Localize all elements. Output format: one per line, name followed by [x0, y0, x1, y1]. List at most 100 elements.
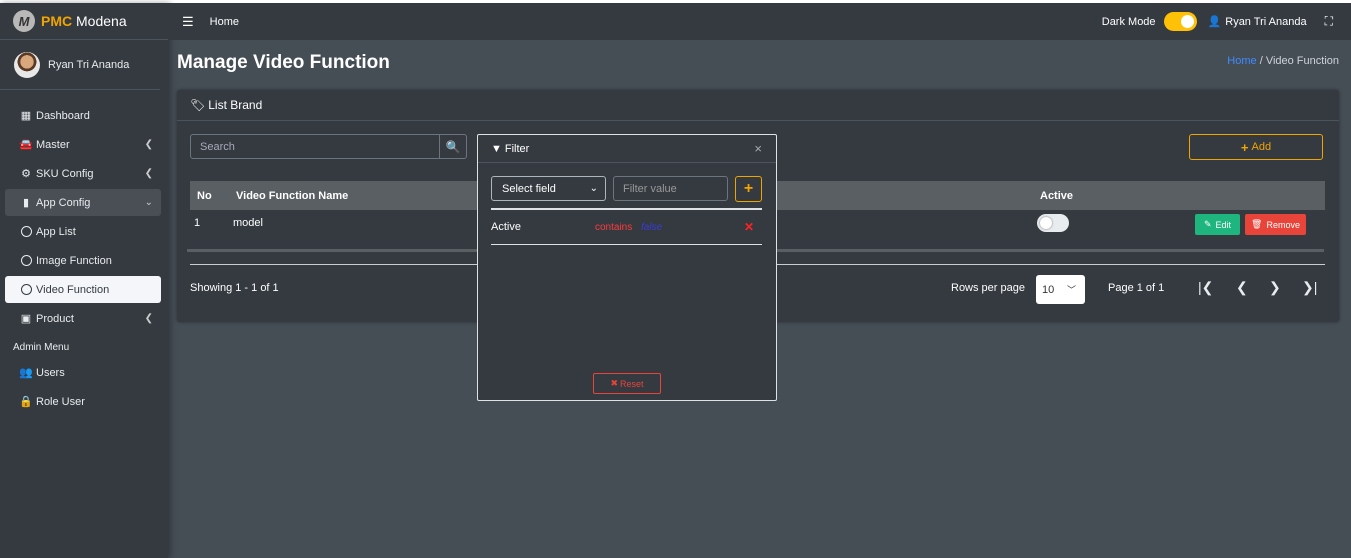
page-info: Page 1 of 1	[1108, 282, 1165, 294]
user-name: Ryan Tri Ananda	[48, 58, 130, 71]
topbar-right: Dark Mode 👤 Ryan Tri Ananda ⛶	[1102, 3, 1333, 40]
sidebar-nav: ▦ Dashboard 🚘 Master ❮ ⚙ SKU Config ❮ ▮ …	[0, 102, 168, 415]
lock-icon: 🔒	[19, 396, 33, 408]
sidebar-item-app-config[interactable]: ▮ App Config ⌄	[5, 189, 161, 216]
divider	[491, 244, 762, 245]
sidebar-item-label: App List	[36, 225, 76, 238]
add-button[interactable]: + Add	[1189, 134, 1323, 160]
card-header: 🏷 List Brand	[177, 90, 1339, 121]
select-field-value: Select field	[502, 182, 556, 195]
search-icon[interactable]: 🔍	[439, 135, 466, 158]
cell-name: model	[233, 217, 263, 229]
admin-menu-header: Admin Menu	[13, 342, 70, 353]
cell-no: 1	[194, 217, 201, 229]
chevron-down-icon: ⌄	[144, 197, 153, 208]
showing-text: Showing 1 - 1 of 1	[190, 282, 279, 294]
sidebar-item-users[interactable]: 👥 Users	[5, 359, 161, 386]
fullscreen-icon[interactable]: ⛶	[1325, 14, 1333, 29]
reset-button-label: Reset	[620, 378, 644, 389]
prev-page-icon[interactable]: ❮	[1236, 279, 1248, 296]
x-icon: ✖	[610, 378, 619, 388]
filter-operator: contains	[595, 222, 633, 233]
brand-logo: M	[13, 10, 35, 32]
filter-value-input[interactable]	[613, 176, 728, 201]
filter-field: Active	[491, 221, 521, 233]
topbar-home-link[interactable]: Home	[210, 16, 239, 28]
column-header-name[interactable]: Video Function Name	[236, 190, 348, 202]
edit-icon: ✎	[1203, 219, 1212, 229]
chevron-left-icon: ❮	[144, 139, 153, 150]
remove-filter-icon[interactable]: ✕	[744, 220, 754, 234]
brand[interactable]: M PMC Modena	[0, 3, 168, 40]
grid-icon: ▦	[20, 110, 32, 122]
chevron-left-icon: ❮	[144, 168, 153, 179]
last-page-icon[interactable]: ❯|	[1302, 279, 1317, 296]
sidebar-item-video-function[interactable]: Video Function	[5, 276, 161, 303]
breadcrumb: Home / Video Function	[1227, 55, 1339, 67]
sidebar-item-label: Product	[36, 312, 74, 325]
card-title: List Brand	[208, 98, 263, 112]
sidebar-item-sku-config[interactable]: ⚙ SKU Config ❮	[5, 160, 161, 187]
sidebar-item-product[interactable]: ▣ Product ❮	[5, 305, 161, 332]
breadcrumb-home[interactable]: Home	[1227, 55, 1256, 67]
remove-button-label: Remove	[1266, 219, 1300, 230]
sidebar-item-label: Users	[36, 366, 65, 379]
edit-button[interactable]: ✎ Edit	[1195, 214, 1240, 235]
rows-per-page-value: 10	[1042, 283, 1055, 296]
select-field-dropdown[interactable]: Select field ⌄	[491, 176, 606, 201]
avatar	[14, 51, 40, 78]
breadcrumb-separator: /	[1259, 55, 1263, 67]
circle-icon	[19, 226, 33, 237]
add-filter-button[interactable]: +	[735, 176, 762, 202]
edit-button-label: Edit	[1215, 219, 1232, 230]
filter-modal: ▼ Filter × Select field ⌄ + Active conta…	[477, 134, 777, 401]
remove-button[interactable]: 🗑 Remove	[1245, 214, 1306, 235]
filter-modal-title: Filter	[504, 142, 530, 155]
trash-icon: 🗑	[1251, 219, 1263, 229]
column-header-no[interactable]: No	[197, 190, 212, 202]
users-icon: 👥	[19, 367, 33, 379]
sidebar-item-label: Image Function	[36, 254, 112, 267]
sidebar: M PMC Modena Ryan Tri Ananda ▦ Dashboard…	[0, 3, 168, 558]
chevron-down-icon: ⌄	[589, 183, 598, 194]
car-icon: 🚘	[19, 139, 33, 151]
active-toggle[interactable]	[1037, 214, 1069, 232]
sidebar-item-label: Dashboard	[36, 109, 90, 122]
dark-mode-toggle[interactable]	[1163, 12, 1197, 31]
plus-icon: +	[743, 180, 754, 197]
search-box: 🔍	[190, 134, 467, 159]
sidebar-item-dashboard[interactable]: ▦ Dashboard	[5, 102, 161, 129]
rows-per-page-select[interactable]: 10 ﹀	[1036, 275, 1085, 304]
first-page-icon[interactable]: |❮	[1198, 279, 1213, 296]
sidebar-item-label: Video Function	[36, 283, 110, 296]
box-icon: ▣	[20, 313, 32, 325]
sidebar-item-label: App Config	[36, 196, 91, 209]
sidebar-item-label: SKU Config	[36, 167, 94, 180]
search-input[interactable]	[191, 135, 439, 158]
column-header-active[interactable]: Active	[1040, 190, 1073, 202]
menu-toggle-icon[interactable]: ☰	[182, 14, 194, 30]
filter-value: false	[641, 222, 663, 233]
divider	[491, 208, 762, 210]
sidebar-item-master[interactable]: 🚘 Master ❮	[5, 131, 161, 158]
close-icon[interactable]: ×	[754, 141, 762, 156]
circle-icon	[19, 284, 33, 295]
circle-icon	[19, 255, 33, 266]
mobile-icon: ▮	[22, 197, 30, 209]
breadcrumb-current: Video Function	[1265, 55, 1339, 67]
plus-icon: +	[1240, 139, 1249, 155]
reset-button[interactable]: ✖ Reset	[593, 373, 661, 394]
sidebar-item-image-function[interactable]: Image Function	[5, 247, 161, 274]
next-page-icon[interactable]: ❯	[1269, 279, 1281, 296]
brand-name: PMC Modena	[41, 13, 127, 29]
user-panel[interactable]: Ryan Tri Ananda	[0, 40, 160, 90]
dark-mode-label: Dark Mode	[1101, 15, 1156, 28]
add-button-label: Add	[1251, 141, 1272, 153]
tags-icon: 🏷	[190, 98, 206, 112]
sidebar-item-label: Role User	[36, 395, 85, 408]
sidebar-item-role-user[interactable]: 🔒 Role User	[5, 388, 161, 415]
filter-icon: ▼	[491, 142, 502, 155]
page-title: Manage Video Function	[177, 52, 390, 73]
sidebar-item-app-list[interactable]: App List	[5, 218, 161, 245]
topbar-user-name[interactable]: Ryan Tri Ananda	[1225, 16, 1306, 28]
